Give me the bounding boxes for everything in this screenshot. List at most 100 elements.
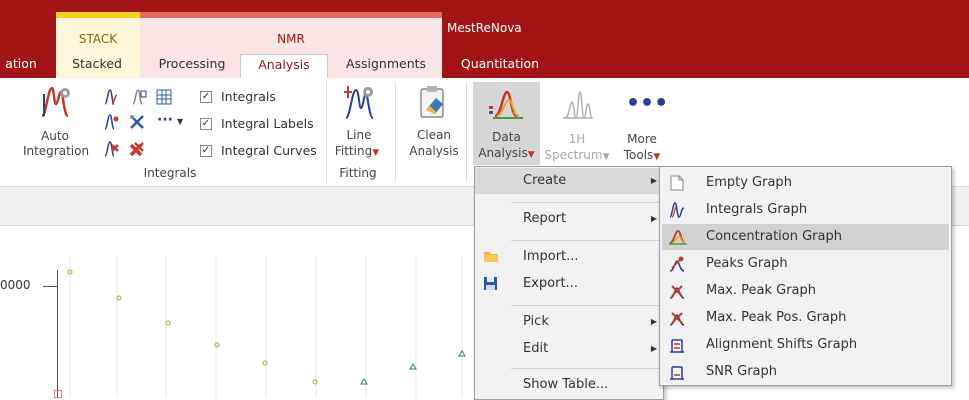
tab-processing[interactable]: Processing <box>150 54 234 78</box>
menu-item-create-label: Create <box>523 173 567 188</box>
y-axis-tick <box>43 286 57 287</box>
submenu-arrow-icon: ▶ <box>650 214 657 223</box>
submenu-item-empty-graph[interactable]: Empty Graph <box>660 170 949 196</box>
check-icon: ✓ <box>200 91 212 103</box>
submenu-item-concentration-graph-label: Concentration Graph <box>706 229 842 244</box>
auto-integration-button[interactable]: Auto Integration <box>23 84 89 160</box>
clean-analysis-label-2: Analysis <box>409 144 459 158</box>
menu-item-create[interactable]: Create ▶ <box>475 168 663 194</box>
tab-ation[interactable]: ation <box>0 54 42 78</box>
menu-item-export-label: Export... <box>523 276 578 291</box>
check-icon: ✓ <box>200 118 212 130</box>
integral-curves-checkbox-label: Integral Curves <box>221 143 317 158</box>
delete-all-icon[interactable] <box>129 141 145 157</box>
save-icon <box>484 277 497 290</box>
table-icon[interactable] <box>156 89 172 105</box>
max-peak-pos-icon <box>669 312 685 326</box>
group-label-integrals: Integrals <box>143 166 197 180</box>
more-tools-text: Tools <box>623 148 654 162</box>
marker <box>54 390 62 398</box>
menu-item-import-label: Import... <box>523 249 579 264</box>
create-submenu: Empty Graph Integrals Graph Concentratio… <box>659 166 952 386</box>
menu-item-report[interactable]: Report ▶ <box>475 206 663 232</box>
clean-analysis-button[interactable]: Clean Analysis <box>406 84 462 164</box>
1h-spectrum-button[interactable]: 1H Spectrum▼ <box>542 84 612 164</box>
data-analysis-icon <box>489 90 523 119</box>
submenu-item-alignment-shifts-graph[interactable]: Alignment Shifts Graph <box>660 332 949 358</box>
menu-separator <box>511 240 661 241</box>
more-tools-button[interactable]: ••• More Tools▼ <box>616 84 668 164</box>
menu-item-report-label: Report <box>523 211 567 226</box>
alignment-shifts-icon <box>670 339 684 353</box>
snr-graph-icon <box>670 366 684 380</box>
line-fitting-icon <box>344 86 374 119</box>
submenu-item-snr-graph-label: SNR Graph <box>706 364 778 379</box>
dropdown-arrow-icon: ▼ <box>372 148 380 158</box>
check-icon: ✓ <box>200 145 212 157</box>
y-axis-tick-label: 0000 <box>0 278 31 292</box>
integral-edit-icon[interactable] <box>131 89 147 105</box>
menu-separator <box>511 368 661 369</box>
auto-integration-icon <box>40 86 70 118</box>
folder-icon <box>484 252 498 262</box>
more-integral-dropdown[interactable]: ··· ▼ <box>157 112 191 130</box>
submenu-item-integrals-graph[interactable]: Integrals Graph <box>660 197 949 223</box>
blank-page-icon <box>670 175 684 191</box>
integral-split-icon[interactable] <box>103 114 119 130</box>
line-fitting-text: Fitting <box>334 144 373 158</box>
menu-separator <box>511 202 661 203</box>
dropdown-arrow-icon: ▼ <box>602 152 610 162</box>
data-analysis-label-1: Data <box>492 130 521 144</box>
submenu-arrow-icon: ▶ <box>650 317 657 326</box>
peaks-graph-icon <box>669 256 685 272</box>
dropdown-arrow-icon: ▼ <box>527 150 535 160</box>
tab-assignments[interactable]: Assignments <box>336 54 436 78</box>
line-fitting-button[interactable]: Line Fitting▼ <box>334 84 384 164</box>
submenu-item-max-peak-graph[interactable]: Max. Peak Graph <box>660 278 949 304</box>
integral-manual-icon[interactable] <box>103 89 119 105</box>
max-peak-icon <box>669 285 685 299</box>
ribbon-divider <box>326 82 327 182</box>
submenu-item-peaks-graph-label: Peaks Graph <box>706 256 788 271</box>
submenu-item-integrals-graph-label: Integrals Graph <box>706 202 808 217</box>
tab-analysis[interactable]: Analysis <box>240 54 328 78</box>
menu-item-edit-label: Edit <box>523 341 549 356</box>
context-label-stack: STACK <box>78 32 118 46</box>
submenu-item-max-peak-pos-graph-label: Max. Peak Pos. Graph <box>706 310 847 325</box>
data-analysis-button[interactable]: Data Analysis▼ <box>473 82 540 165</box>
integral-curve-icon <box>669 202 685 218</box>
ribbon-divider <box>466 82 467 182</box>
dropdown-arrow-icon: ▼ <box>653 152 661 162</box>
concentration-graph-icon <box>669 230 687 245</box>
data-analysis-text: Analysis <box>478 146 528 160</box>
tab-quantitation[interactable]: Quantitation <box>452 54 548 78</box>
more-tools-label-1: More <box>627 132 657 146</box>
submenu-item-snr-graph[interactable]: SNR Graph <box>660 359 949 385</box>
submenu-item-empty-graph-label: Empty Graph <box>706 175 792 190</box>
menu-item-export[interactable]: Export... <box>475 271 663 297</box>
submenu-item-peaks-graph[interactable]: Peaks Graph <box>660 251 949 277</box>
menu-item-edit[interactable]: Edit ▶ <box>475 336 663 362</box>
menu-item-import[interactable]: Import... <box>475 244 663 270</box>
clean-analysis-label-1: Clean <box>416 128 452 142</box>
integrals-checkbox-label: Integrals <box>221 89 276 104</box>
1h-spectrum-label-1: 1H <box>568 132 586 146</box>
submenu-item-max-peak-graph-label: Max. Peak Graph <box>706 283 817 298</box>
tools-icon[interactable] <box>129 114 145 130</box>
more-tools-label-2: Tools▼ <box>616 148 668 165</box>
menu-item-pick[interactable]: Pick ▶ <box>475 309 663 335</box>
menu-item-show-table[interactable]: Show Table... <box>475 372 663 398</box>
integral-delete-icon[interactable] <box>103 141 119 157</box>
auto-integration-label-2: Integration <box>22 144 90 158</box>
1h-spectrum-text: Spectrum <box>544 148 603 162</box>
line-fitting-label-1: Line <box>346 128 372 142</box>
ellipsis-icon: ··· <box>157 112 173 128</box>
submenu-item-concentration-graph[interactable]: Concentration Graph <box>662 224 949 250</box>
tab-stacked[interactable]: Stacked <box>62 54 132 78</box>
submenu-item-max-peak-pos-graph[interactable]: Max. Peak Pos. Graph <box>660 305 949 331</box>
ribbon-divider <box>395 82 396 182</box>
grid-and-markers <box>67 256 466 398</box>
spectrum-icon <box>563 91 593 119</box>
context-label-nmr: NMR <box>277 32 305 46</box>
line-fitting-label-2: Fitting▼ <box>328 144 386 161</box>
